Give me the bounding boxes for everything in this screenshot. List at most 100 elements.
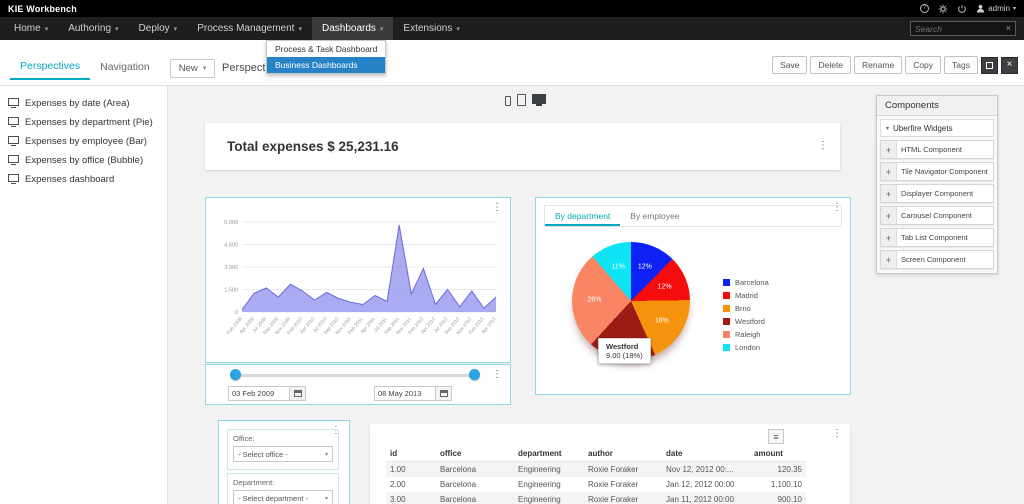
column-header-office[interactable]: office xyxy=(436,446,514,462)
move-icon: + xyxy=(881,141,897,158)
search-clear-icon[interactable]: × xyxy=(1006,24,1011,33)
department-select[interactable]: - Select department -▾ xyxy=(233,490,333,504)
settings-gear-icon[interactable] xyxy=(938,4,948,14)
column-header-author[interactable]: author xyxy=(584,446,662,462)
expenses-table-card[interactable]: ≡ ⋮ id office department author date amo… xyxy=(370,424,850,504)
power-icon[interactable] xyxy=(957,4,967,14)
rename-button[interactable]: Rename xyxy=(854,56,902,74)
chevron-down-icon: ▾ xyxy=(298,25,302,33)
svg-text:1,500: 1,500 xyxy=(224,288,238,294)
sidebar-item-expenses-by-date[interactable]: Expenses by date (Area) xyxy=(0,94,167,113)
component-tab-list[interactable]: +Tab List Component xyxy=(880,228,994,247)
sidebar-item-expenses-by-employee[interactable]: Expenses by employee (Bar) xyxy=(0,132,167,151)
table-row[interactable]: 2.00BarcelonaEngineeringRoxie ForakerJan… xyxy=(386,477,806,492)
component-tile-navigator[interactable]: +Tile Navigator Component xyxy=(880,162,994,181)
menu-item-business-dashboards[interactable]: Business Dashboards xyxy=(267,57,385,73)
area-chart-card[interactable]: ⋮ 01,5003,0004,5006,000Feb 2009Apr 2009J… xyxy=(205,197,511,363)
legend-item[interactable]: Brno xyxy=(723,304,769,313)
screen-icon xyxy=(8,98,19,106)
top-bar: KIE Workbench ? admin ▾ xyxy=(0,0,1024,17)
area-chart-svg[interactable]: 01,5003,0004,5006,000Feb 2009Apr 2009Jul… xyxy=(210,212,506,358)
legend-swatch xyxy=(723,318,730,325)
tab-perspectives[interactable]: Perspectives xyxy=(10,56,90,80)
component-displayer[interactable]: +Displayer Component xyxy=(880,184,994,203)
nav-item-dashboards[interactable]: Dashboards▾ xyxy=(312,17,393,40)
filter-card[interactable]: ⋮ Office: - Select office -▾ Department:… xyxy=(218,420,350,504)
column-header-amount[interactable]: amount xyxy=(750,446,806,462)
components-group-uberfire-widgets[interactable]: ▾Uberfire Widgets xyxy=(880,119,994,137)
pie-chart-card[interactable]: ⋮ By department By employee 12%12%18%26%… xyxy=(535,197,851,395)
close-button[interactable]: × xyxy=(1001,57,1018,74)
nav-item-process-management[interactable]: Process Management▾ xyxy=(187,17,312,40)
screen-icon xyxy=(8,155,19,163)
expenses-table: id office department author date amount … xyxy=(386,446,806,504)
kebab-menu-icon[interactable]: ⋮ xyxy=(818,141,828,151)
date-range-slider-card[interactable]: ⋮ xyxy=(205,364,511,405)
tab-by-department[interactable]: By department xyxy=(545,206,620,226)
help-icon[interactable]: ? xyxy=(920,4,929,13)
new-button[interactable]: New▾ xyxy=(170,59,216,78)
tags-button[interactable]: Tags xyxy=(944,56,978,74)
save-button[interactable]: Save xyxy=(772,56,807,74)
nav-item-extensions[interactable]: Extensions▾ xyxy=(393,17,469,40)
pie-legend: Barcelona Madrid Brno Westford Raleigh L… xyxy=(723,278,769,352)
total-expenses-card[interactable]: Total expenses $ 25,231.16 ⋮ xyxy=(205,123,840,170)
column-header-id[interactable]: id xyxy=(386,446,436,462)
desktop-preview-icon[interactable] xyxy=(532,94,546,104)
kebab-menu-icon[interactable]: ⋮ xyxy=(492,370,502,380)
kebab-menu-icon[interactable]: ⋮ xyxy=(832,429,842,439)
legend-item[interactable]: Westford xyxy=(723,317,769,326)
start-date-input[interactable] xyxy=(228,386,290,401)
tab-by-employee[interactable]: By employee xyxy=(620,206,689,226)
user-icon xyxy=(976,4,985,13)
editor-toolbar: Perspectives Navigation New▾ Perspective… xyxy=(0,40,1024,86)
calendar-button[interactable] xyxy=(290,386,306,401)
delete-button[interactable]: Delete xyxy=(810,56,851,74)
legend-item[interactable]: Raleigh xyxy=(723,330,769,339)
column-header-department[interactable]: department xyxy=(514,446,584,462)
slider-handle-end[interactable] xyxy=(469,369,480,380)
sidebar-item-expenses-dashboard[interactable]: Expenses dashboard xyxy=(0,170,167,189)
sidebar-item-expenses-by-department[interactable]: Expenses by department (Pie) xyxy=(0,113,167,132)
maximize-icon xyxy=(986,62,993,69)
department-filter-label: Department: xyxy=(233,478,333,487)
table-row[interactable]: 3.00BarcelonaEngineeringRoxie ForakerJan… xyxy=(386,492,806,504)
column-header-date[interactable]: date xyxy=(662,446,750,462)
component-screen[interactable]: +Screen Component xyxy=(880,250,994,269)
nav-item-deploy[interactable]: Deploy▾ xyxy=(129,17,188,40)
chevron-down-icon: ▾ xyxy=(174,25,178,33)
legend-item[interactable]: Madrid xyxy=(723,291,769,300)
component-html[interactable]: +HTML Component xyxy=(880,140,994,159)
component-carousel[interactable]: +Carousel Component xyxy=(880,206,994,225)
slider-track xyxy=(236,374,474,377)
pie-slice-label: 12% xyxy=(658,283,672,290)
copy-button[interactable]: Copy xyxy=(905,56,941,74)
office-select[interactable]: - Select office -▾ xyxy=(233,446,333,462)
end-date-input[interactable] xyxy=(374,386,436,401)
legend-swatch xyxy=(723,331,730,338)
device-preview-switcher xyxy=(505,94,546,106)
table-options-button[interactable]: ≡ xyxy=(768,429,784,444)
calendar-button[interactable] xyxy=(436,386,452,401)
slider-handle-start[interactable] xyxy=(230,369,241,380)
svg-text:4,500: 4,500 xyxy=(224,243,238,249)
screen-icon xyxy=(8,174,19,182)
tablet-preview-icon[interactable] xyxy=(517,94,526,106)
maximize-button[interactable] xyxy=(981,57,998,74)
move-icon: + xyxy=(881,251,897,268)
pie-slice-label: 18% xyxy=(655,317,669,324)
sidebar-item-expenses-by-office[interactable]: Expenses by office (Bubble) xyxy=(0,151,167,170)
close-icon: × xyxy=(1007,60,1013,70)
menu-item-process-task-dashboard[interactable]: Process & Task Dashboard xyxy=(267,41,385,57)
user-name: admin xyxy=(988,4,1010,13)
legend-item[interactable]: Barcelona xyxy=(723,278,769,287)
tab-navigation[interactable]: Navigation xyxy=(90,57,160,79)
svg-text:6,000: 6,000 xyxy=(224,220,238,226)
table-row[interactable]: 1.00BarcelonaEngineeringRoxie ForakerNov… xyxy=(386,462,806,478)
nav-item-authoring[interactable]: Authoring▾ xyxy=(58,17,128,40)
user-menu[interactable]: admin ▾ xyxy=(976,4,1016,13)
legend-item[interactable]: London xyxy=(723,343,769,352)
mobile-preview-icon[interactable] xyxy=(505,96,511,106)
search-input[interactable] xyxy=(915,24,1006,34)
nav-item-home[interactable]: Home▾ xyxy=(4,17,58,40)
